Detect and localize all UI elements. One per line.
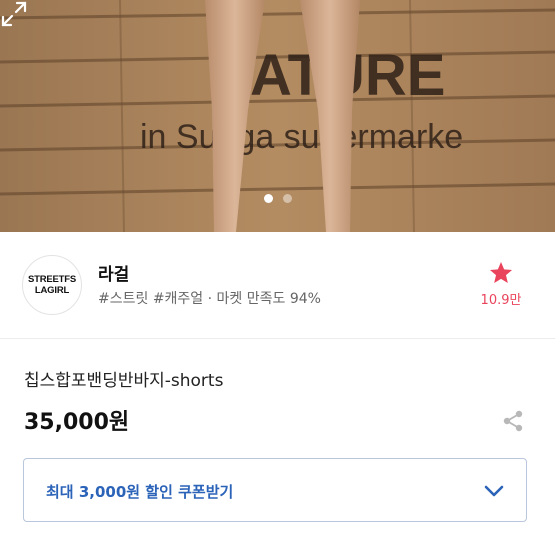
- shop-info[interactable]: STREETFS LAGIRL 라걸 #스트릿 #캐주얼 · 마켓 만족도 94…: [0, 232, 555, 338]
- shop-logo-line1: STREETFS: [27, 274, 76, 285]
- shop-name[interactable]: 라걸: [98, 260, 129, 285]
- divider: [0, 338, 555, 339]
- shop-tags: #스트릿 #캐주얼 · 마켓 만족도 94%: [98, 291, 321, 307]
- carousel-dot[interactable]: [282, 194, 292, 203]
- carousel-indicator: [0, 194, 555, 203]
- sign-text-small: in Sunga supermarke: [140, 118, 463, 156]
- coupon-button[interactable]: 최대 3,000원 할인 쿠폰받기: [23, 458, 527, 522]
- expand-icon[interactable]: [0, 0, 28, 28]
- star-icon: [489, 261, 513, 283]
- favorite-button[interactable]: 10.9만: [471, 260, 531, 308]
- product-name: 칩스합포밴딩반바지-shorts: [24, 371, 224, 391]
- product-image-carousel[interactable]: ATURE in Sunga supermarke: [0, 0, 555, 232]
- share-icon[interactable]: [501, 409, 525, 433]
- favorite-count: 10.9만: [480, 293, 522, 308]
- product-price: 35,000원: [24, 410, 130, 435]
- shop-logo[interactable]: STREETFS LAGIRL: [22, 255, 82, 315]
- chevron-down-icon[interactable]: [482, 479, 506, 503]
- carousel-dot-active[interactable]: [263, 194, 273, 203]
- coupon-label: 최대 3,000원 할인 쿠폰받기: [46, 483, 234, 501]
- shop-logo-line2: LAGIRL: [34, 285, 70, 296]
